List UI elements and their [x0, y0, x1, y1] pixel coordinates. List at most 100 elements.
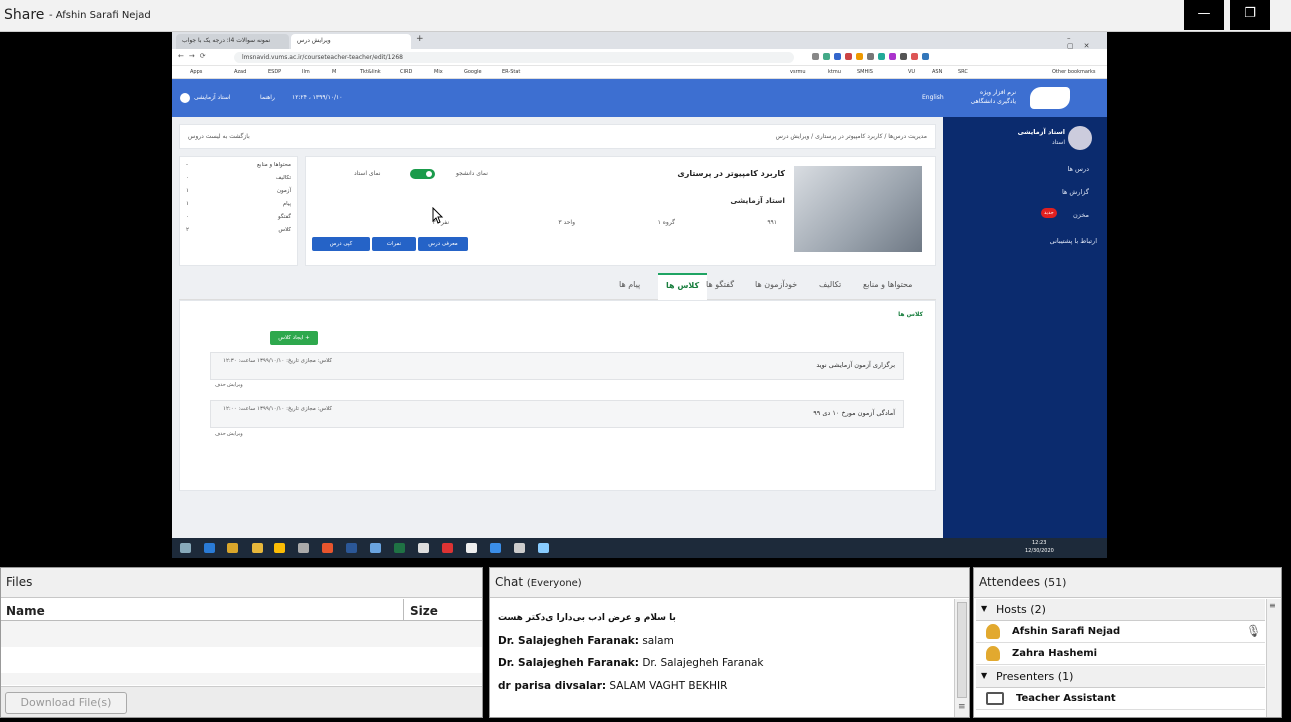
course-tabs: پیام ها کلاس ها گفتگو ها خودآزمون ها تکا… [179, 273, 936, 300]
firefox-icon[interactable] [322, 543, 333, 553]
calculator-icon[interactable] [514, 543, 525, 553]
language-link[interactable]: English [922, 94, 944, 101]
collapse-icon[interactable]: ▼ [981, 604, 987, 613]
attendee-name: Zahra Hashemi [1012, 648, 1098, 659]
breadcrumb-text[interactable]: مدیریت درس‌ها / کاربرد کامپیوتر در پرستا… [776, 133, 927, 140]
edge-icon[interactable] [204, 543, 215, 553]
bookmark-item[interactable]: Mix [434, 69, 443, 75]
bookmark-item[interactable]: ktmu [828, 69, 841, 75]
bookmark-item[interactable]: M [332, 69, 336, 75]
scroll-thumb[interactable] [957, 602, 967, 698]
grades-button[interactable]: نمرات [372, 237, 416, 251]
col-size[interactable]: Size [410, 604, 438, 618]
bookmark-item[interactable]: VU [908, 69, 915, 75]
course-code: ۹۹۱ [767, 219, 777, 226]
tab-contents[interactable]: محتواها و منابع [863, 280, 912, 289]
microphone-icon: 🎙 [1246, 624, 1262, 638]
bookmark-item[interactable]: Google [464, 69, 482, 75]
col-name[interactable]: Name [6, 604, 45, 618]
sidebar-item-support[interactable]: ارتباط با پشتیبانی [1050, 237, 1097, 245]
site-header: استاد آزمایشی راهنما ۱۲:۲۴ ، ۱۳۹۹/۱۰/۱۰ … [172, 79, 1107, 117]
restore-button[interactable]: ❐ [1230, 0, 1270, 30]
new-tab-button[interactable]: + [416, 34, 424, 44]
app-icon[interactable] [538, 543, 549, 553]
copy-course-button[interactable]: کپی درس [312, 237, 370, 251]
class-edit-link[interactable]: ویرایش [227, 431, 243, 437]
collapse-icon[interactable]: ▼ [981, 671, 987, 680]
sidebar-item-repository[interactable]: مخزن [1073, 211, 1089, 219]
bookmark-item[interactable]: CIRD [400, 69, 412, 75]
app-icon[interactable] [370, 543, 381, 553]
attendee-row[interactable]: Afshin Sarafi Nejad 🎙 [976, 621, 1265, 643]
bookmark-item[interactable]: vsrmu [790, 69, 806, 75]
attendee-name: Teacher Assistant [1016, 693, 1116, 704]
hosts-group[interactable]: ▼ Hosts (2) [976, 599, 1265, 621]
header-user[interactable]: استاد آزمایشی [194, 94, 231, 101]
tab-messages[interactable]: پیام ها [619, 280, 640, 289]
bookmark-item[interactable]: Other bookmarks [1052, 69, 1095, 75]
browser-tab[interactable]: نمونه سوالات 4ا: درجه یک با جواب [176, 34, 289, 49]
app-icon[interactable] [442, 543, 453, 553]
download-files-button[interactable]: Download File(s) [5, 692, 127, 714]
brand-line1: نرم افزار ویژه [980, 89, 1016, 96]
class-title: آمادگی آزمون مورخ ۱۰ دی ۹۹ [813, 409, 895, 417]
attendee-row[interactable]: Zahra Hashemi [976, 643, 1265, 665]
sidebar-item-courses[interactable]: درس ها [1068, 165, 1089, 173]
extension-icons[interactable] [812, 53, 1097, 62]
teacher-name: استاد آزمایشی [730, 196, 785, 205]
course-intro-button[interactable]: معرفی درس [418, 237, 468, 251]
bookmark-item[interactable]: Apps [190, 69, 202, 75]
teacher-view-label: نمای استاد [354, 170, 381, 177]
class-item[interactable]: برگزاری آزمون آزمایشی نوید کلاس: مجازی ت… [210, 352, 904, 380]
tab-discussions[interactable]: گفتگو ها [706, 280, 734, 289]
bookmark-item[interactable]: Tkt&link [360, 69, 381, 75]
window-controls[interactable]: –▢✕ [1067, 34, 1107, 50]
attendees-scrollbar[interactable]: ≡ [1266, 599, 1281, 717]
folder-icon[interactable] [252, 543, 263, 553]
back-link[interactable]: بازگشت به لیست دروس [188, 133, 250, 140]
chat-scrollbar[interactable]: ≡ [954, 599, 969, 717]
class-item[interactable]: آمادگی آزمون مورخ ۱۰ دی ۹۹ کلاس: مجازی ت… [210, 400, 904, 428]
col-divider [403, 599, 404, 621]
bookmark-item[interactable]: SMHIS [857, 69, 873, 75]
bookmark-item[interactable]: ER-Stat [502, 69, 520, 75]
breadcrumb: بازگشت به لیست دروس مدیریت درس‌ها / کارب… [179, 124, 936, 149]
bookmark-item[interactable]: SRC [958, 69, 968, 75]
class-meta: کلاس: مجازی تاریخ: ۱۳۹۹/۱۰/۱۰ ساعت: ۱۲:۰… [223, 406, 332, 412]
tab-assignments[interactable]: تکالیف [819, 280, 841, 289]
bookmark-item[interactable]: ESDP [268, 69, 281, 75]
class-delete-link[interactable]: حذف [215, 382, 226, 388]
browser-tab-active[interactable]: ویرایش درس [291, 34, 411, 49]
sidebar-item-reports[interactable]: گزارش ها [1062, 188, 1089, 196]
view-toggle[interactable] [410, 169, 435, 179]
section-title: کلاس ها [898, 311, 923, 318]
chrome-icon[interactable] [274, 543, 285, 553]
chat-pod: Chat (Everyone) با سلام و عرض ادب بی‌دار… [489, 567, 970, 718]
start-icon[interactable] [180, 543, 191, 553]
chat-scope[interactable]: (Everyone) [527, 578, 582, 589]
scroll-menu-icon[interactable]: ≡ [1269, 601, 1276, 610]
excel-icon[interactable] [394, 543, 405, 553]
scroll-menu-icon[interactable]: ≡ [958, 702, 966, 712]
nav-icons[interactable]: ←→⟳ [178, 52, 211, 60]
minimize-button[interactable]: — [1184, 0, 1224, 30]
settings-icon[interactable] [466, 543, 477, 553]
presenter-name: - Afshin Sarafi Nejad [49, 10, 151, 21]
app-icon[interactable] [490, 543, 501, 553]
create-class-button[interactable]: ایجاد کلاس + [270, 331, 318, 345]
word-icon[interactable] [346, 543, 357, 553]
presenters-group[interactable]: ▼ Presenters (1) [976, 666, 1265, 688]
url-bar[interactable]: lmsnavid.vums.ac.ir/courseteacher-teache… [234, 52, 794, 63]
tab-self-tests[interactable]: خودآزمون ها [755, 280, 797, 289]
help-link[interactable]: راهنما [260, 94, 275, 101]
app-icon[interactable] [418, 543, 429, 553]
app-icon[interactable] [298, 543, 309, 553]
attendee-row[interactable]: Teacher Assistant [976, 688, 1265, 710]
class-edit-link[interactable]: ویرایش [227, 382, 243, 388]
bookmark-item[interactable]: Azad [234, 69, 246, 75]
bookmark-item[interactable]: Ilm [302, 69, 310, 75]
class-delete-link[interactable]: حذف [215, 431, 226, 437]
explorer-icon[interactable] [227, 543, 238, 553]
bookmark-item[interactable]: ASN [932, 69, 942, 75]
tab-classes[interactable]: کلاس ها [658, 273, 708, 300]
